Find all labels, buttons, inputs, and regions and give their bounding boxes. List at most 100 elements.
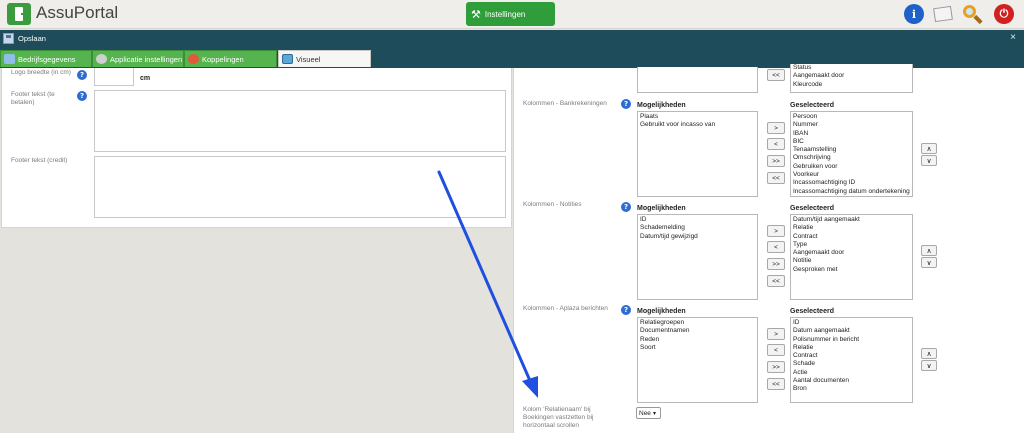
- move-down-button[interactable]: ∨: [921, 155, 937, 166]
- list-item[interactable]: ID: [640, 216, 755, 224]
- notes-selected-list[interactable]: Datum/tijd aangemaakt Relatie Contract T…: [790, 214, 913, 300]
- move-all-right-button[interactable]: >>: [767, 258, 785, 270]
- envelope-icon[interactable]: [933, 4, 953, 24]
- list-item[interactable]: BIC: [793, 138, 910, 146]
- tab-visueel[interactable]: Visueel: [278, 50, 371, 67]
- move-all-right-button[interactable]: >>: [767, 155, 785, 167]
- list-item[interactable]: Incassomachtiging datum ondertekening: [793, 188, 910, 196]
- list-item[interactable]: Actie: [793, 369, 910, 377]
- help-icon[interactable]: ?: [621, 202, 631, 212]
- tab-bedrijfsgegevens[interactable]: Bedrijfsgegevens: [0, 50, 92, 67]
- list-item[interactable]: Kleurcode: [793, 81, 910, 89]
- aplaza-selected-list[interactable]: ID Datum aangemaakt Polisnummer in beric…: [790, 317, 913, 403]
- list-item[interactable]: Documentnamen: [640, 327, 755, 335]
- list-item[interactable]: Schademelding: [640, 224, 755, 232]
- list-item[interactable]: Notitie: [793, 257, 910, 265]
- list-item[interactable]: Tenaamstelling: [793, 146, 910, 154]
- list-item[interactable]: Status: [793, 64, 910, 72]
- settings-button[interactable]: ⚒ Instellingen: [466, 2, 555, 26]
- move-down-button[interactable]: ∨: [921, 360, 937, 371]
- tab-label: Applicatie instellingen: [110, 54, 183, 64]
- left-panel: Logo breedte (in cm) ? cm Footer tekst (…: [1, 68, 512, 228]
- notes-options-list[interactable]: ID Schademelding Datum/tijd gewijzigd: [637, 214, 758, 300]
- list-item[interactable]: Datum/tijd gewijzigd: [640, 233, 755, 241]
- list-item[interactable]: ID: [793, 319, 910, 327]
- list-item[interactable]: Soort: [640, 344, 755, 352]
- help-icon[interactable]: ?: [621, 305, 631, 315]
- bank-options-list[interactable]: Plaats Gebruikt voor incasso van: [637, 111, 758, 197]
- list-item[interactable]: Aangemaakt door: [793, 72, 910, 80]
- logo-width-unit: cm: [140, 75, 151, 82]
- list-item[interactable]: Reden: [640, 336, 755, 344]
- move-all-right-button[interactable]: >>: [767, 361, 785, 373]
- list-item[interactable]: Datum/tijd aangemaakt: [793, 216, 910, 224]
- help-icon[interactable]: ?: [77, 91, 87, 101]
- list-item[interactable]: Incassomachtiging ID: [793, 179, 910, 187]
- selected-heading: Geselecteerd: [790, 308, 834, 315]
- move-up-button[interactable]: ∧: [921, 245, 937, 256]
- move-right-button[interactable]: >: [767, 225, 785, 237]
- list-item[interactable]: Plaats: [640, 113, 755, 121]
- footer-credit-textarea[interactable]: [94, 156, 506, 218]
- list-item[interactable]: Relatie: [793, 224, 910, 232]
- move-up-button[interactable]: ∧: [921, 348, 937, 359]
- list-item[interactable]: Aantal documenten: [793, 377, 910, 385]
- list-item[interactable]: Contract: [793, 352, 910, 360]
- freeze-column-label: Kolom 'Relatienaam' bij Boekingen vastze…: [523, 406, 594, 430]
- close-icon[interactable]: ×: [1010, 32, 1016, 43]
- list-item[interactable]: Gebruikt voor incasso van: [640, 121, 755, 129]
- tab-koppelingen[interactable]: Koppelingen: [184, 50, 277, 67]
- footer-pay-textarea[interactable]: [94, 90, 506, 152]
- list-item[interactable]: Relatie: [793, 344, 910, 352]
- move-left-button[interactable]: <: [767, 241, 785, 253]
- top-selected-list[interactable]: Status Aangemaakt door Kleurcode: [790, 64, 913, 93]
- list-item[interactable]: Bron: [793, 385, 910, 393]
- top-bar: AssuPortal ⚒ Instellingen i ⏻: [0, 0, 1024, 29]
- move-right-button[interactable]: >: [767, 122, 785, 134]
- move-down-button[interactable]: ∨: [921, 257, 937, 268]
- tab-label: Visueel: [296, 54, 321, 64]
- tab-applicatie-instellingen[interactable]: Applicatie instellingen: [92, 50, 184, 67]
- move-all-left-button[interactable]: <<: [767, 378, 785, 390]
- save-button[interactable]: Opslaan: [18, 34, 46, 43]
- app-name: AssuPortal: [36, 3, 119, 22]
- magnifier-icon[interactable]: [962, 4, 983, 25]
- list-item[interactable]: Datum aangemaakt: [793, 327, 910, 335]
- help-icon[interactable]: ?: [621, 99, 631, 109]
- options-heading: Mogelijkheden: [637, 308, 686, 315]
- move-up-button[interactable]: ∧: [921, 143, 937, 154]
- list-item[interactable]: Contract: [793, 233, 910, 241]
- list-item[interactable]: Type: [793, 241, 910, 249]
- logo-width-input[interactable]: [94, 68, 134, 86]
- list-item[interactable]: Omschrijving: [793, 154, 910, 162]
- aplaza-options-list[interactable]: Relatiegroepen Documentnamen Reden Soort: [637, 317, 758, 403]
- list-item[interactable]: Relatiegroepen: [640, 319, 755, 327]
- move-left-button[interactable]: <: [767, 138, 785, 150]
- list-item[interactable]: Nummer: [793, 121, 910, 129]
- list-item[interactable]: Gesproken met: [793, 266, 910, 274]
- list-item[interactable]: Aangemaakt door: [793, 249, 910, 257]
- move-all-left-button[interactable]: <<: [767, 69, 785, 81]
- freeze-column-select[interactable]: Nee ▾: [636, 407, 661, 419]
- save-bar: Opslaan ×: [0, 30, 1024, 48]
- tab-label: Koppelingen: [202, 54, 244, 64]
- info-icon[interactable]: i: [904, 4, 924, 24]
- help-icon[interactable]: ?: [77, 70, 87, 80]
- gear-icon: [96, 54, 107, 64]
- move-all-left-button[interactable]: <<: [767, 172, 785, 184]
- list-item[interactable]: Gebruiken voor: [793, 163, 910, 171]
- move-right-button[interactable]: >: [767, 328, 785, 340]
- list-item[interactable]: IBAN: [793, 130, 910, 138]
- monitor-icon: [282, 54, 293, 64]
- list-item[interactable]: Voorkeur: [793, 171, 910, 179]
- move-all-left-button[interactable]: <<: [767, 275, 785, 287]
- top-options-list[interactable]: [637, 67, 758, 93]
- list-item[interactable]: Schade: [793, 360, 910, 368]
- move-left-button[interactable]: <: [767, 344, 785, 356]
- list-item[interactable]: Persoon: [793, 113, 910, 121]
- bank-selected-list[interactable]: Persoon Nummer IBAN BIC Tenaamstelling O…: [790, 111, 913, 197]
- floppy-disk-icon[interactable]: [3, 33, 14, 44]
- list-item[interactable]: Polisnummer in bericht: [793, 336, 910, 344]
- power-icon[interactable]: ⏻: [994, 4, 1014, 24]
- footer-credit-label: Footer tekst (credit): [11, 157, 68, 164]
